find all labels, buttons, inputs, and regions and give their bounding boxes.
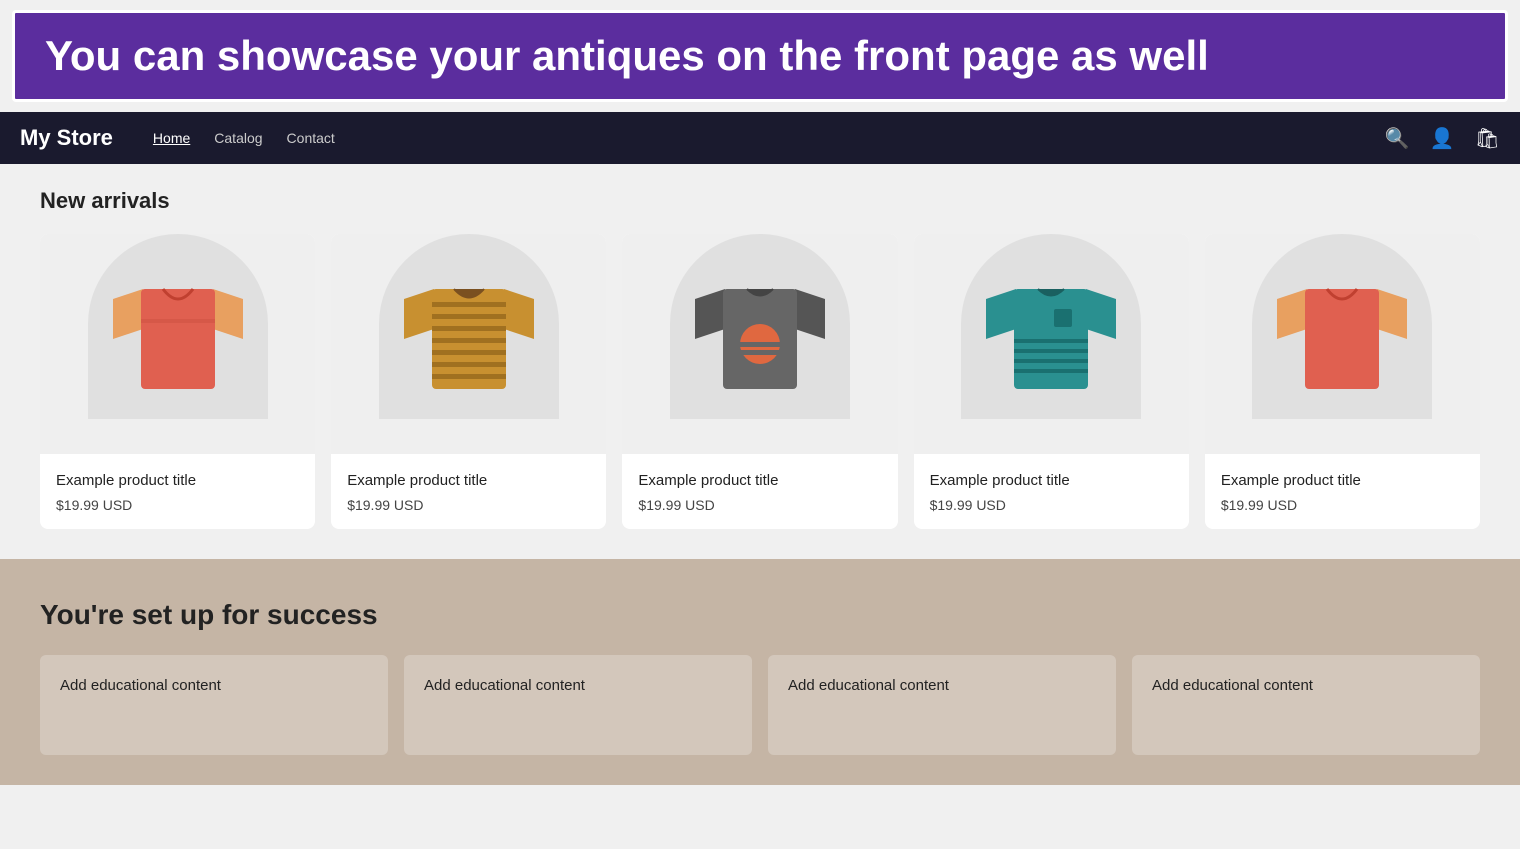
product-title-4: Example product title	[930, 470, 1173, 491]
product-price-4: $19.99 USD	[930, 497, 1173, 513]
products-grid: Example product title $19.99 USD	[40, 234, 1480, 529]
nav-links: Home Catalog Contact	[153, 130, 1385, 146]
product-image-5	[1205, 234, 1480, 454]
tshirt-svg-5	[1277, 284, 1407, 404]
tshirt-svg-2	[404, 284, 534, 404]
store-name: My Store	[20, 125, 113, 151]
nav-icon-group: 🔍 👤 🛍	[1385, 126, 1500, 151]
product-card-1[interactable]: Example product title $19.99 USD	[40, 234, 315, 529]
edu-card-2[interactable]: Add educational content	[404, 655, 752, 755]
edu-card-text-1: Add educational content	[60, 677, 221, 694]
product-card-5[interactable]: Example product title $19.99 USD	[1205, 234, 1480, 529]
product-info-5: Example product title $19.99 USD	[1205, 454, 1480, 513]
product-card-4[interactable]: Example product title $19.99 USD	[914, 234, 1189, 529]
product-info-3: Example product title $19.99 USD	[622, 454, 897, 513]
edu-card-text-2: Add educational content	[424, 677, 585, 694]
user-icon[interactable]: 👤	[1430, 126, 1455, 151]
navbar: My Store Home Catalog Contact 🔍 👤 🛍	[0, 112, 1520, 164]
product-image-1	[40, 234, 315, 454]
product-price-3: $19.99 USD	[638, 497, 881, 513]
search-icon[interactable]: 🔍	[1385, 126, 1410, 151]
product-price-2: $19.99 USD	[347, 497, 590, 513]
product-title-1: Example product title	[56, 470, 299, 491]
product-title-3: Example product title	[638, 470, 881, 491]
tshirt-svg-3	[695, 284, 825, 404]
nav-link-contact[interactable]: Contact	[287, 130, 335, 146]
new-arrivals-title: New arrivals	[40, 188, 1480, 214]
edu-card-1[interactable]: Add educational content	[40, 655, 388, 755]
product-title-5: Example product title	[1221, 470, 1464, 491]
nav-link-catalog[interactable]: Catalog	[214, 130, 262, 146]
product-image-4	[914, 234, 1189, 454]
product-image-2	[331, 234, 606, 454]
edu-card-4[interactable]: Add educational content	[1132, 655, 1480, 755]
nav-link-home[interactable]: Home	[153, 130, 190, 146]
product-image-3	[622, 234, 897, 454]
edu-card-text-4: Add educational content	[1152, 677, 1313, 694]
product-card-3[interactable]: Example product title $19.99 USD	[622, 234, 897, 529]
product-info-4: Example product title $19.99 USD	[914, 454, 1189, 513]
promo-banner: You can showcase your antiques on the fr…	[12, 10, 1508, 102]
success-section: You're set up for success Add educationa…	[0, 559, 1520, 785]
product-price-5: $19.99 USD	[1221, 497, 1464, 513]
product-info-1: Example product title $19.99 USD	[40, 454, 315, 513]
product-card-2[interactable]: Example product title $19.99 USD	[331, 234, 606, 529]
edu-card-text-3: Add educational content	[788, 677, 949, 694]
product-title-2: Example product title	[347, 470, 590, 491]
main-content: New arrivals Example product ti	[0, 164, 1520, 559]
product-info-2: Example product title $19.99 USD	[331, 454, 606, 513]
edu-card-3[interactable]: Add educational content	[768, 655, 1116, 755]
tshirt-svg-4	[986, 284, 1116, 404]
tshirt-svg-1	[113, 284, 243, 404]
product-price-1: $19.99 USD	[56, 497, 299, 513]
success-title: You're set up for success	[40, 599, 1480, 631]
banner-text: You can showcase your antiques on the fr…	[45, 32, 1209, 79]
cart-icon[interactable]: 🛍	[1475, 126, 1500, 151]
edu-cards-grid: Add educational content Add educational …	[40, 655, 1480, 755]
